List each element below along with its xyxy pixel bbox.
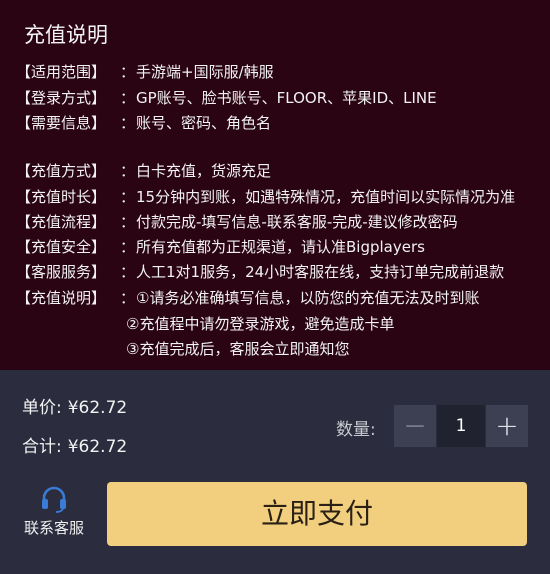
info-row-value: GP账号、脸书账号、FLOOR、苹果ID、LINE: [136, 89, 437, 107]
info-row-value: 账号、密码、角色名: [136, 114, 272, 132]
info-row-value: 手游端+国际服/韩服: [136, 63, 274, 81]
info-row-duration: 【充值时长】 ：15分钟内到账，如遇特殊情况，充值时间以实际情况为准: [16, 185, 515, 210]
info-row-label: 【充值安全】: [16, 238, 107, 256]
unit-price-label: 单价:: [22, 398, 62, 418]
info-row-label: 【充值流程】: [16, 213, 107, 231]
info-row-label: 【客服服务】: [16, 263, 107, 281]
headset-icon: [42, 486, 66, 513]
info-row-method: 【充值方式】 ：白卡充值，货源充足: [16, 159, 271, 184]
info-row-separator: ：: [120, 188, 136, 206]
total-price-label: 合计:: [22, 437, 62, 457]
info-row-separator: ：: [120, 213, 136, 231]
info-row-separator: ：: [120, 89, 136, 107]
info-row-value: 人工1对1服务，24小时客服在线，支持订单完成前退款: [136, 263, 505, 281]
info-title: 充值说明: [24, 23, 108, 47]
info-note-line: ③充值完成后，客服会立即通知您: [126, 340, 350, 358]
quantity-input[interactable]: 1: [437, 405, 485, 447]
info-row-separator: ：: [120, 238, 136, 256]
contact-service-label: 联系客服: [23, 519, 84, 537]
info-row-safety: 【充值安全】 ：所有充值都为正规渠道，请认准Bigplayers: [16, 235, 425, 260]
total-price: 合计: ¥62.72: [22, 435, 127, 459]
info-row-scope: 【适用范围】 ：手游端+国际服/韩服: [16, 60, 274, 85]
info-row-required: 【需要信息】 ：账号、密码、角色名: [16, 111, 271, 136]
recharge-info-panel: 充值说明 【适用范围】 ：手游端+国际服/韩服 【登录方式】 ：GP账号、脸书账号、…: [0, 0, 550, 370]
info-row-label: 【适用范围】: [16, 63, 107, 81]
info-row-value: 白卡充值，货源充足: [136, 162, 272, 180]
info-row-notes: 【充值说明】 ：①请务必准确填写信息，以防您的充值无法及时到账: [16, 286, 479, 311]
contact-service-button[interactable]: 联系客服: [16, 484, 92, 546]
quantity-label: 数量:: [336, 420, 376, 440]
info-row-separator: ：: [120, 63, 136, 81]
info-note-line: ②充值程中请勿登录游戏，避免造成卡单: [126, 315, 395, 333]
info-row-value: ①请务必准确填写信息，以防您的充值无法及时到账: [136, 289, 480, 307]
info-row-separator: ：: [120, 263, 136, 281]
total-price-value: ¥62.72: [67, 437, 128, 457]
info-row-separator: ：: [120, 114, 136, 132]
info-row-value: 所有充值都为正规渠道，请认准Bigplayers: [136, 238, 425, 256]
info-row-value: 15分钟内到账，如遇特殊情况，充值时间以实际情况为准: [136, 188, 516, 206]
info-row-label: 【充值时长】: [16, 188, 107, 206]
info-row-label: 【充值说明】: [16, 289, 107, 307]
pay-now-button[interactable]: 立即支付: [107, 482, 527, 546]
info-row-process: 【充值流程】 ：付款完成-填写信息-联系客服-完成-建议修改密码: [16, 210, 458, 235]
info-row-label: 【充值方式】: [16, 162, 107, 180]
info-row-value: 付款完成-填写信息-联系客服-完成-建议修改密码: [136, 213, 458, 231]
info-row-separator: ：: [120, 162, 136, 180]
info-row-label: 【需要信息】: [16, 114, 107, 132]
info-row-service: 【客服服务】 ：人工1对1服务，24小时客服在线，支持订单完成前退款: [16, 260, 504, 285]
unit-price-value: ¥62.72: [67, 398, 128, 418]
quantity-increase-button[interactable]: +: [486, 405, 528, 447]
info-row-separator: ：: [120, 289, 136, 307]
info-row-label: 【登录方式】: [16, 89, 107, 107]
info-row-login: 【登录方式】 ：GP账号、脸书账号、FLOOR、苹果ID、LINE: [16, 86, 437, 111]
unit-price: 单价: ¥62.72: [22, 396, 127, 420]
quantity-decrease-button[interactable]: −: [394, 405, 436, 447]
